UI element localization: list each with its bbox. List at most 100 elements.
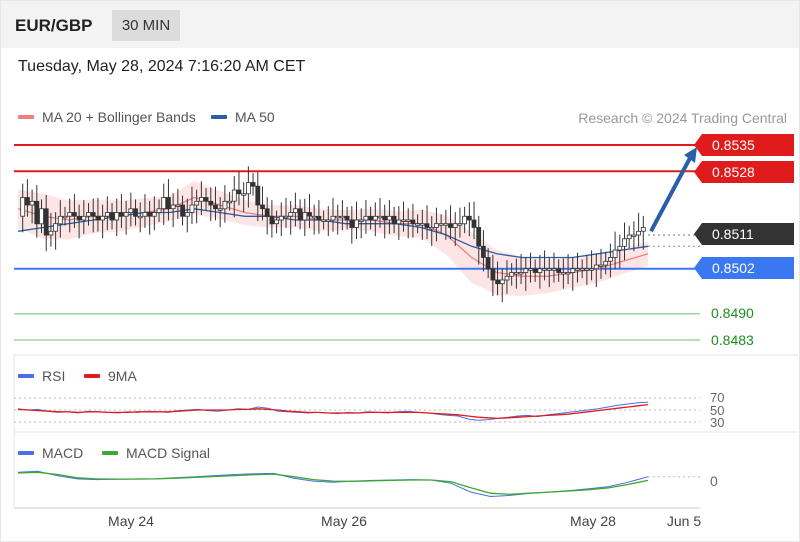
rsi-ma-line <box>17 403 649 420</box>
legend-rsi: RSI <box>18 368 65 384</box>
candle <box>288 212 294 217</box>
candle <box>180 204 186 217</box>
candle <box>640 227 646 232</box>
level-label-2: 0.8511 <box>694 223 794 245</box>
candle <box>349 219 355 228</box>
candle <box>316 215 322 221</box>
candle <box>236 189 242 195</box>
candle <box>537 268 543 273</box>
candle <box>626 234 632 240</box>
candle <box>499 279 505 285</box>
rsi-line <box>17 401 649 421</box>
candle <box>335 215 341 219</box>
candle <box>29 200 35 206</box>
candle <box>528 268 533 271</box>
candle <box>584 268 590 271</box>
candle <box>471 219 477 228</box>
candle <box>48 230 54 236</box>
candle <box>260 204 265 210</box>
candle <box>490 268 496 281</box>
candle <box>278 215 284 221</box>
macd-swatch-icon <box>18 451 34 455</box>
candle <box>603 260 609 266</box>
candle <box>227 200 233 204</box>
candle <box>175 204 181 207</box>
candle <box>213 204 218 210</box>
candle <box>363 215 369 221</box>
candle <box>142 212 148 217</box>
candle <box>90 212 96 217</box>
candle <box>509 272 515 277</box>
macd-signal-swatch-icon <box>102 451 118 455</box>
candle <box>133 208 138 217</box>
level-label-5: 0.8483 <box>711 332 754 348</box>
candle <box>617 245 623 251</box>
candle <box>542 268 547 271</box>
candle <box>307 212 312 217</box>
candle <box>250 182 256 187</box>
legend-rsi-label: RSI <box>42 368 66 384</box>
candle <box>424 223 430 228</box>
candle <box>208 200 214 206</box>
candle <box>62 215 68 219</box>
legend-macd-label: MACD <box>42 445 84 461</box>
x-label-0: May 24 <box>108 513 154 529</box>
candle <box>612 249 618 258</box>
x-label-2: May 28 <box>570 513 616 529</box>
rsi-ma-swatch-icon <box>84 374 100 378</box>
candle <box>344 215 350 221</box>
candle <box>100 215 105 221</box>
candle <box>165 197 171 210</box>
candle <box>194 200 200 206</box>
candle <box>466 215 472 221</box>
legend-macd: MACD <box>18 445 83 461</box>
candle <box>76 215 82 221</box>
candle <box>396 219 402 225</box>
candle <box>137 215 143 219</box>
candle <box>151 212 157 217</box>
candle <box>631 234 637 237</box>
candle <box>405 219 411 222</box>
candle <box>292 208 298 213</box>
candle <box>551 268 557 271</box>
candle <box>443 223 449 226</box>
candle <box>217 208 223 211</box>
candle <box>358 219 364 222</box>
candle <box>593 264 599 270</box>
candle <box>546 268 552 271</box>
candle <box>636 230 641 236</box>
forecast-arrow <box>649 157 692 233</box>
candle <box>372 215 378 221</box>
legend-rsi-ma: 9MA <box>84 368 137 384</box>
candle <box>565 272 571 275</box>
candle <box>321 219 327 222</box>
candle <box>504 275 510 281</box>
candle <box>119 212 124 217</box>
candle <box>114 212 120 221</box>
candle <box>518 272 524 275</box>
candle <box>245 182 251 195</box>
candle <box>72 212 77 217</box>
macd-signal-line <box>17 471 649 495</box>
candle <box>34 200 40 225</box>
candle <box>452 223 458 228</box>
candle <box>433 223 439 228</box>
candle <box>386 215 392 221</box>
candle <box>39 208 44 225</box>
candle <box>608 257 613 262</box>
candle <box>415 223 421 226</box>
candle <box>391 215 397 225</box>
candle <box>109 212 115 221</box>
candle <box>622 238 627 247</box>
level-label-0: 0.8535 <box>694 134 794 156</box>
legend-rsi-ma-label: 9MA <box>108 368 137 384</box>
candle <box>269 215 275 225</box>
candle <box>203 197 209 202</box>
candle <box>561 272 566 275</box>
candle <box>556 268 562 273</box>
candle <box>198 197 204 202</box>
candle <box>339 215 345 219</box>
candle <box>429 227 435 230</box>
candle <box>81 215 87 221</box>
candle <box>368 215 374 221</box>
